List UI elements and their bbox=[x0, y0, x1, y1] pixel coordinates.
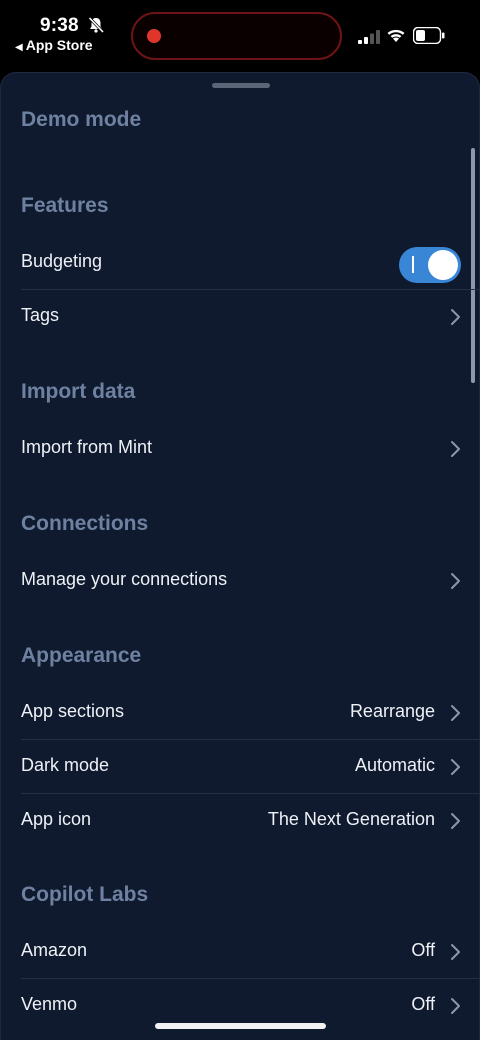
wifi-icon bbox=[387, 29, 405, 42]
tags-label: Tags bbox=[21, 305, 60, 325]
dark-mode-value: Automatic bbox=[354, 755, 435, 775]
budgeting-row[interactable]: Budgeting bbox=[1, 237, 479, 289]
recording-indicator-icon bbox=[147, 29, 161, 43]
chevron-right-icon bbox=[451, 998, 460, 1014]
bell-slash-icon bbox=[88, 16, 105, 34]
connections-section-title: Connections bbox=[21, 512, 149, 535]
sheet-grabber[interactable] bbox=[212, 83, 270, 88]
chevron-right-icon bbox=[451, 944, 460, 960]
tags-row[interactable]: Tags bbox=[1, 291, 479, 343]
demo-mode-title[interactable]: Demo mode bbox=[21, 108, 141, 132]
divider bbox=[21, 978, 479, 979]
back-to-app-store-link[interactable]: ◀ App Store bbox=[15, 37, 93, 53]
manage-connections-row[interactable]: Manage your connections bbox=[1, 555, 479, 607]
battery-icon bbox=[413, 27, 445, 44]
settings-sheet: Demo mode Features Budgeting Tags Import… bbox=[0, 72, 480, 1040]
import-data-section-title: Import data bbox=[21, 380, 136, 403]
status-time: 9:38 bbox=[40, 15, 79, 36]
app-icon-value: The Next Generation bbox=[267, 809, 435, 829]
appearance-section-title: Appearance bbox=[21, 644, 142, 667]
toggle-on-mark-icon bbox=[412, 256, 414, 273]
cellular-signal-icon bbox=[358, 30, 380, 44]
app-icon-label: App icon bbox=[21, 809, 92, 829]
import-from-mint-row[interactable]: Import from Mint bbox=[1, 423, 479, 475]
dark-mode-row[interactable]: Dark mode Automatic bbox=[1, 741, 479, 793]
amazon-row[interactable]: Amazon Off bbox=[1, 926, 479, 978]
features-section-title: Features bbox=[21, 194, 109, 217]
home-indicator[interactable] bbox=[155, 1023, 326, 1029]
chevron-right-icon bbox=[451, 309, 460, 325]
chevron-right-icon bbox=[451, 441, 460, 457]
copilot-labs-section-title: Copilot Labs bbox=[21, 883, 149, 906]
amazon-value: Off bbox=[411, 940, 435, 960]
status-bar: 9:38 ◀ App Store bbox=[0, 0, 480, 64]
toggle-knob bbox=[428, 250, 458, 280]
divider bbox=[21, 289, 479, 290]
chevron-right-icon bbox=[451, 813, 460, 829]
app-icon-row[interactable]: App icon The Next Generation bbox=[1, 795, 479, 847]
dynamic-island bbox=[131, 12, 342, 60]
venmo-label: Venmo bbox=[21, 994, 78, 1014]
app-sections-row[interactable]: App sections Rearrange bbox=[1, 687, 479, 739]
chevron-right-icon bbox=[451, 573, 460, 589]
chevron-right-icon bbox=[451, 759, 460, 775]
amazon-label: Amazon bbox=[21, 940, 88, 960]
app-sections-label: App sections bbox=[21, 701, 125, 721]
back-app-label: App Store bbox=[25, 37, 93, 53]
divider bbox=[21, 739, 479, 740]
budgeting-toggle[interactable] bbox=[399, 247, 461, 283]
chevron-right-icon bbox=[451, 705, 460, 721]
dark-mode-label: Dark mode bbox=[21, 755, 110, 775]
manage-connections-label: Manage your connections bbox=[21, 569, 228, 589]
app-sections-value: Rearrange bbox=[349, 701, 435, 721]
back-triangle-icon: ◀ bbox=[15, 42, 23, 53]
budgeting-label: Budgeting bbox=[21, 251, 103, 271]
import-from-mint-label: Import from Mint bbox=[21, 437, 153, 457]
divider bbox=[21, 793, 479, 794]
venmo-value: Off bbox=[411, 994, 435, 1014]
